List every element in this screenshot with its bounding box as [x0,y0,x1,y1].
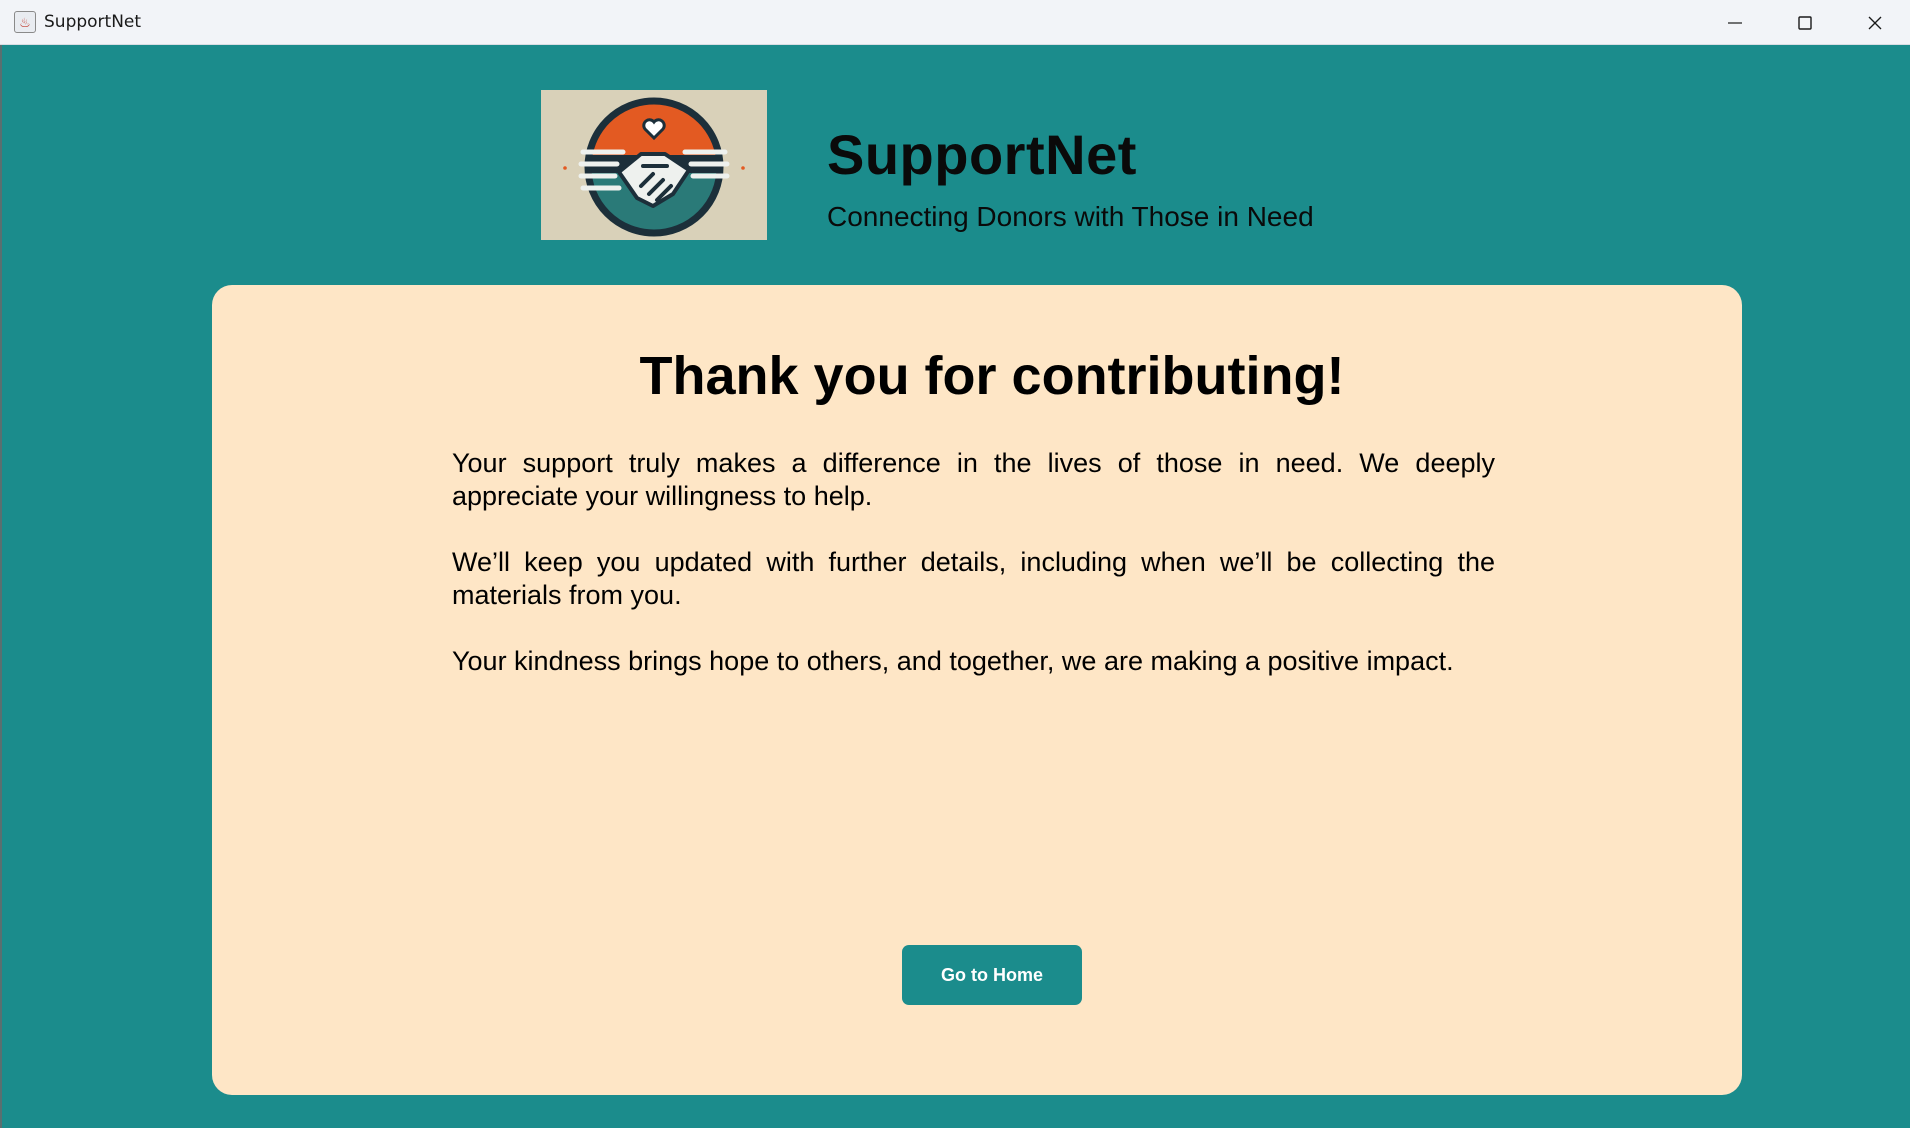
minimize-icon [1728,21,1742,24]
minimize-button[interactable] [1700,0,1770,45]
maximize-button[interactable] [1770,0,1840,45]
message-paragraph: Your support truly makes a difference in… [452,448,1495,511]
window-controls [1700,0,1910,45]
java-app-icon: ♨ [14,11,36,33]
handshake-heart-logo-icon [541,90,767,240]
brand-tagline: Connecting Donors with Those in Need [827,201,1314,232]
maximize-icon [1798,15,1812,30]
go-to-home-button[interactable]: Go to Home [902,945,1082,1005]
close-icon [1868,16,1882,29]
supportnet-logo [541,90,767,240]
close-button[interactable] [1840,0,1910,45]
message-paragraph: Your kindness brings hope to others, and… [452,646,1454,676]
brand-name: SupportNet [827,123,1137,186]
window-title: SupportNet [44,12,142,32]
message-paragraph: We’ll keep you updated with further deta… [452,547,1495,610]
page-title: Thank you for contributing! [639,346,1345,406]
confirmation-card: Thank you for contributing! Your support… [212,285,1742,1095]
window-border [0,45,2,1128]
window-titlebar: ♨ SupportNet [0,0,1910,45]
